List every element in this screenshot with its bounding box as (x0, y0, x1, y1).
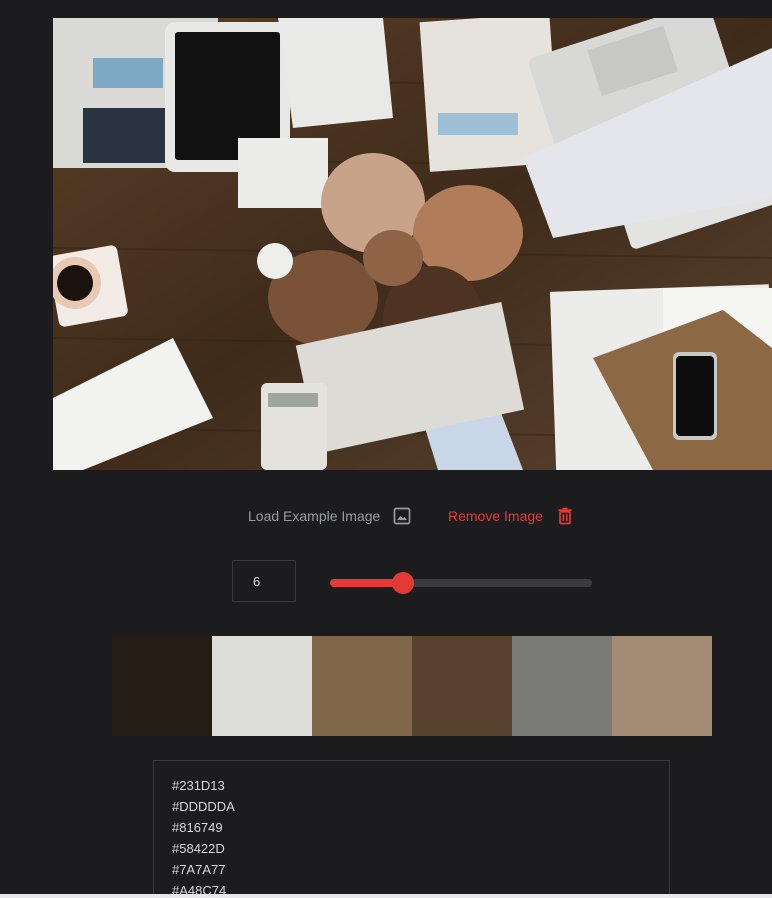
color-count-slider[interactable] (330, 572, 592, 594)
slider-thumb[interactable] (392, 572, 415, 594)
color-swatch[interactable] (412, 636, 512, 736)
window-bottom-edge (0, 894, 772, 898)
image-actions: Load Example Image Remove Image (0, 504, 772, 528)
hex-code-line: #7A7A77 (172, 862, 226, 877)
color-swatch[interactable] (312, 636, 412, 736)
color-palette (112, 636, 712, 736)
load-example-label: Load Example Image (248, 508, 381, 524)
color-swatch[interactable] (112, 636, 212, 736)
uploaded-image (53, 18, 772, 470)
load-example-image-button[interactable]: Load Example Image (248, 504, 412, 528)
hex-code-line: #58422D (172, 841, 225, 856)
remove-image-label: Remove Image (448, 508, 543, 524)
palette-generator-page: Load Example Image Remove Image 6 #231D1… (0, 0, 772, 898)
color-swatch[interactable] (612, 636, 712, 736)
remove-image-button[interactable]: Remove Image (448, 504, 575, 528)
color-count-input[interactable] (232, 560, 296, 602)
hex-code-line: #816749 (172, 820, 223, 835)
hex-code-line: #DDDDDA (172, 799, 235, 814)
hex-code-list[interactable]: #231D13 #DDDDDA #816749 #58422D #7A7A77 #A48C… (153, 760, 670, 898)
color-swatch[interactable] (212, 636, 312, 736)
image-icon (392, 506, 412, 526)
color-swatch[interactable] (512, 636, 612, 736)
trash-icon (555, 506, 575, 526)
hex-code-line: #231D13 (172, 778, 225, 793)
